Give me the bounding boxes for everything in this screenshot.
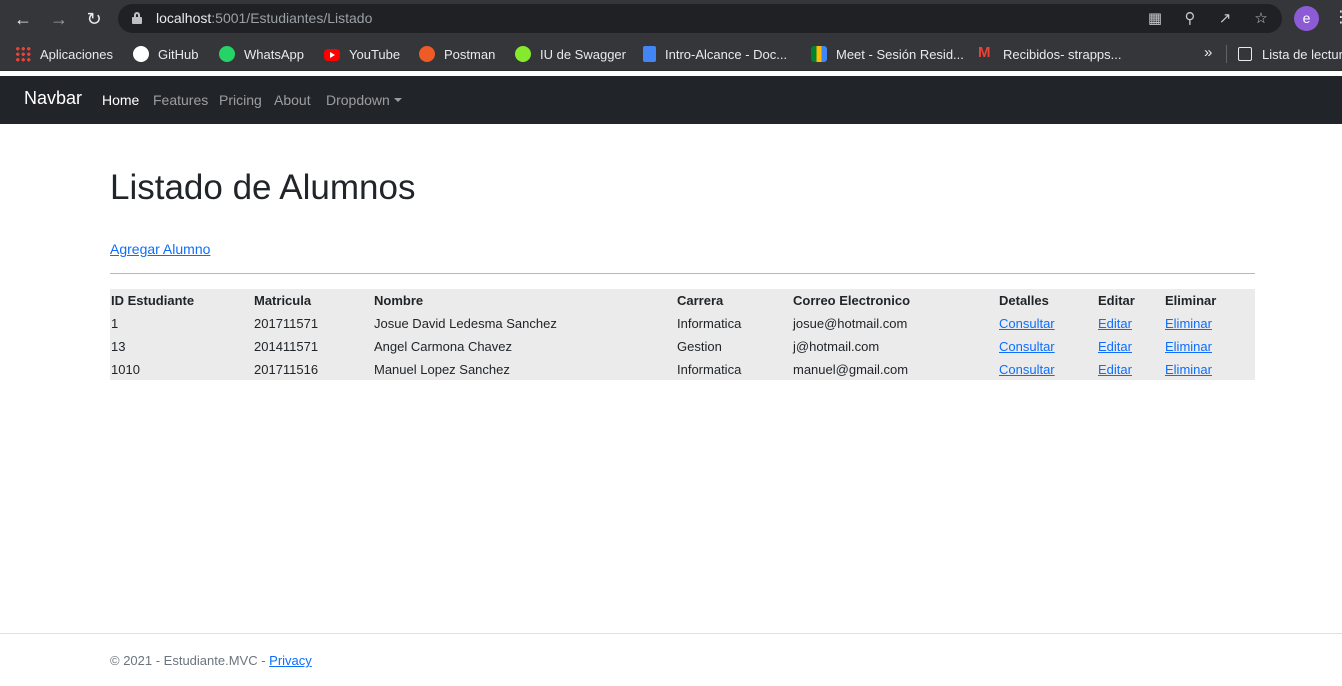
url-host: localhost <box>156 10 212 26</box>
cell-nombre: Angel Carmona Chavez <box>374 339 513 354</box>
forward-arrow-icon[interactable]: → <box>46 6 72 32</box>
bookmark-aplicaciones[interactable]: Aplicaciones <box>15 45 113 63</box>
cell-matricula: 201711516 <box>254 362 319 377</box>
nav-home[interactable]: Home <box>102 92 139 108</box>
divider <box>110 273 1255 274</box>
bookmark-github[interactable]: GitHub <box>133 45 198 63</box>
editar-link[interactable]: Editar <box>1098 362 1132 377</box>
footer-text: © 2021 - Estudiante.MVC - <box>110 653 270 668</box>
cell-carrera: Informatica <box>677 316 742 331</box>
cell-carrera: Gestion <box>677 339 722 354</box>
app-navbar: Navbar Home Features Pricing About Dropd… <box>0 76 1342 124</box>
bookmarks-divider <box>1226 45 1227 63</box>
header-detalles: Detalles <box>999 293 1049 308</box>
youtube-icon <box>324 49 340 61</box>
gmail-icon <box>978 44 994 62</box>
cell-carrera: Informatica <box>677 362 742 377</box>
header-editar: Editar <box>1098 293 1135 308</box>
eliminar-link[interactable]: Eliminar <box>1165 339 1212 354</box>
menu-kebab-icon[interactable]: ⋮ <box>1333 8 1342 30</box>
consultar-link[interactable]: Consultar <box>999 339 1055 354</box>
navbar-brand[interactable]: Navbar <box>24 88 82 109</box>
privacy-link[interactable]: Privacy <box>269 653 312 668</box>
editar-link[interactable]: Editar <box>1098 316 1132 331</box>
bookmark-postman[interactable]: Postman <box>419 45 495 63</box>
cell-correo: manuel@gmail.com <box>793 362 909 377</box>
eliminar-link[interactable]: Eliminar <box>1165 316 1212 331</box>
cell-matricula: 201711571 <box>254 316 319 331</box>
cell-id: 1 <box>111 316 119 331</box>
reading-list-button[interactable]: Lista de lectura <box>1238 45 1342 63</box>
profile-avatar[interactable]: e <box>1294 6 1319 31</box>
nav-about[interactable]: About <box>274 92 311 108</box>
url-text[interactable]: localhost:5001/Estudiantes/Listado <box>156 10 372 26</box>
footer-divider <box>0 633 1342 634</box>
bookmark-youtube[interactable]: YouTube <box>324 45 400 63</box>
github-icon <box>133 46 149 62</box>
bookmark-intro-alcance[interactable]: Intro-Alcance - Doc... <box>643 45 787 63</box>
google-meet-icon <box>811 46 827 62</box>
bookmark-label: IU de Swagger <box>540 46 626 62</box>
reading-list-icon <box>1238 47 1252 61</box>
cell-matricula: 201411571 <box>254 339 319 354</box>
bookmark-swagger[interactable]: IU de Swagger <box>515 45 626 63</box>
cell-nombre: Manuel Lopez Sanchez <box>374 362 510 377</box>
dropdown-caret-icon <box>393 98 402 102</box>
reading-list-label: Lista de lectura <box>1262 46 1342 62</box>
cell-id: 1010 <box>111 362 140 377</box>
consultar-link[interactable]: Consultar <box>999 362 1055 377</box>
nav-pricing[interactable]: Pricing <box>219 92 262 108</box>
bookmark-label: Meet - Sesión Resid... <box>836 46 964 62</box>
bookmark-label: WhatsApp <box>244 46 304 62</box>
bookmarks-bar: Aplicaciones GitHub WhatsApp YouTube Pos… <box>0 37 1342 71</box>
bookmark-label: GitHub <box>158 46 199 62</box>
cell-id: 13 <box>111 339 126 354</box>
whatsapp-icon <box>219 46 235 62</box>
cell-nombre: Josue David Ledesma Sanchez <box>374 316 557 331</box>
header-nombre: Nombre <box>374 293 424 308</box>
bookmark-label: Intro-Alcance - Doc... <box>665 46 788 62</box>
page-title: Listado de Alumnos <box>110 168 416 207</box>
reload-icon[interactable]: ↻ <box>81 6 107 32</box>
swagger-icon <box>515 46 531 62</box>
header-eliminar: Eliminar <box>1165 293 1217 308</box>
back-arrow-icon[interactable]: ← <box>10 6 36 32</box>
students-table: ID Estudiante Matricula Nombre Carrera C… <box>110 289 1255 380</box>
bookmark-label: Recibidos- strapps... <box>1003 46 1122 62</box>
translate-icon[interactable]: ▦ <box>1145 9 1165 29</box>
address-bar[interactable]: localhost:5001/Estudiantes/Listado ▦ ⚲ ↗… <box>118 4 1282 33</box>
cell-correo: josue@hotmail.com <box>793 316 908 331</box>
nav-dropdown-label: Dropdown <box>326 92 390 108</box>
bookmark-meet[interactable]: Meet - Sesión Resid... <box>811 45 964 63</box>
consultar-link[interactable]: Consultar <box>999 316 1055 331</box>
header-carrera: Carrera <box>677 293 724 308</box>
bookmark-gmail[interactable]: Recibidos- strapps... <box>978 44 1122 63</box>
bookmark-whatsapp[interactable]: WhatsApp <box>219 45 304 63</box>
bookmark-label: Postman <box>444 46 496 62</box>
editar-link[interactable]: Editar <box>1098 339 1132 354</box>
nav-dropdown[interactable]: Dropdown <box>326 92 402 108</box>
bookmark-label: YouTube <box>349 46 401 62</box>
more-bookmarks-button[interactable]: » <box>1204 44 1212 61</box>
lock-icon[interactable] <box>132 12 142 24</box>
header-correo: Correo Electronico <box>793 293 911 308</box>
zoom-icon[interactable]: ⚲ <box>1180 9 1200 29</box>
eliminar-link[interactable]: Eliminar <box>1165 362 1212 377</box>
bookmark-label: Aplicaciones <box>40 46 113 62</box>
apps-grid-icon <box>15 46 31 62</box>
header-id: ID Estudiante <box>111 293 195 308</box>
add-student-link[interactable]: Agregar Alumno <box>110 241 210 257</box>
postman-icon <box>419 46 435 62</box>
share-icon[interactable]: ↗ <box>1215 9 1235 29</box>
footer: © 2021 - Estudiante.MVC - Privacy <box>110 653 312 668</box>
nav-features[interactable]: Features <box>153 92 208 108</box>
url-path: :5001/Estudiantes/Listado <box>211 10 373 26</box>
google-docs-icon <box>643 46 656 62</box>
bookmark-star-icon[interactable]: ☆ <box>1251 9 1271 29</box>
browser-toolbar: ← → ↻ localhost:5001/Estudiantes/Listado… <box>0 0 1342 37</box>
header-matricula: Matricula <box>254 293 312 308</box>
cell-correo: j@hotmail.com <box>793 339 880 354</box>
